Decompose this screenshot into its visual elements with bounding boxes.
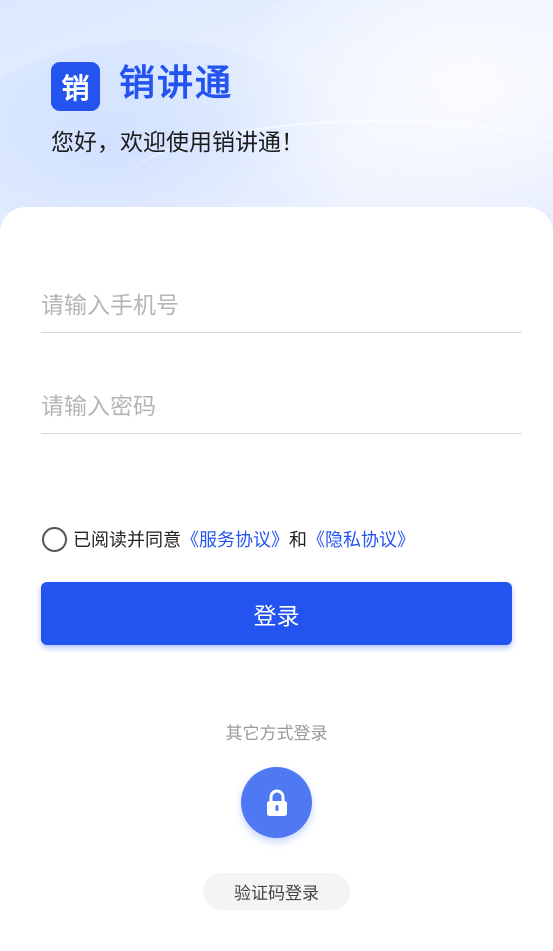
phone-field (41, 273, 522, 333)
welcome-text: 您好，欢迎使用销讲通！ (51, 130, 304, 156)
login-button[interactable]: 登录 (41, 582, 512, 645)
app-logo: 销 (51, 62, 100, 111)
sms-login-button[interactable]: 验证码登录 (203, 873, 350, 910)
agreement-row: 已阅读并同意 《服务协议》 和 《隐私协议》 (42, 525, 415, 553)
agreement-prefix: 已阅读并同意 (73, 530, 181, 551)
password-input[interactable] (41, 374, 522, 433)
agreement-and: 和 (289, 530, 307, 551)
password-field (41, 374, 522, 434)
service-agreement-link[interactable]: 《服务协议》 (181, 526, 289, 552)
other-login-label: 其它方式登录 (225, 724, 328, 744)
lock-icon (266, 789, 287, 816)
app-name: 销讲通 (119, 63, 234, 104)
password-login-button[interactable] (241, 767, 312, 838)
phone-input[interactable] (41, 273, 522, 332)
privacy-agreement-link[interactable]: 《隐私协议》 (307, 526, 415, 552)
agree-radio[interactable] (42, 526, 67, 552)
